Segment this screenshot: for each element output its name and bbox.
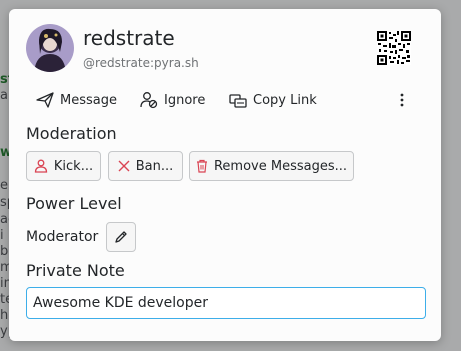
send-icon <box>36 92 54 108</box>
user-avatar <box>26 24 74 72</box>
copy-link-label: Copy Link <box>253 92 317 108</box>
more-options-icon[interactable] <box>394 89 410 111</box>
message-label: Message <box>60 92 117 108</box>
message-button[interactable]: Message <box>36 89 117 111</box>
copy-link-button[interactable]: Copy Link <box>229 89 317 111</box>
ban-label: Ban... <box>135 158 174 174</box>
private-note-heading: Private Note <box>26 261 125 280</box>
ignore-user-icon <box>140 92 158 109</box>
background-text: b <box>0 244 9 259</box>
kick-label: Kick... <box>53 158 94 174</box>
trash-icon <box>196 159 207 173</box>
power-level-heading: Power Level <box>26 194 122 213</box>
kick-user-icon <box>34 159 48 173</box>
ignore-label: Ignore <box>164 92 206 108</box>
moderation-heading: Moderation <box>26 124 117 143</box>
ban-button[interactable]: Ban... <box>108 151 183 181</box>
background-text: e <box>0 178 8 193</box>
display-name: redstrate <box>83 26 175 50</box>
kick-button[interactable]: Kick... <box>26 151 101 181</box>
remove-messages-label: Remove Messages... <box>213 158 348 174</box>
background-text: i <box>0 228 4 243</box>
qr-code-icon[interactable] <box>377 31 411 65</box>
pencil-icon <box>115 231 127 243</box>
edit-power-level-button[interactable] <box>106 222 136 252</box>
power-level-value: Moderator <box>26 229 99 245</box>
ban-icon <box>118 160 130 172</box>
copy-link-icon <box>229 93 247 108</box>
remove-messages-button[interactable]: Remove Messages... <box>189 151 354 181</box>
private-note-field[interactable] <box>26 287 426 319</box>
user-id: @redstrate:pyra.sh <box>83 56 199 70</box>
user-detail-popup: redstrate @redstrate:pyra.sh Message Ign… <box>9 9 441 341</box>
ignore-button[interactable]: Ignore <box>140 89 205 111</box>
